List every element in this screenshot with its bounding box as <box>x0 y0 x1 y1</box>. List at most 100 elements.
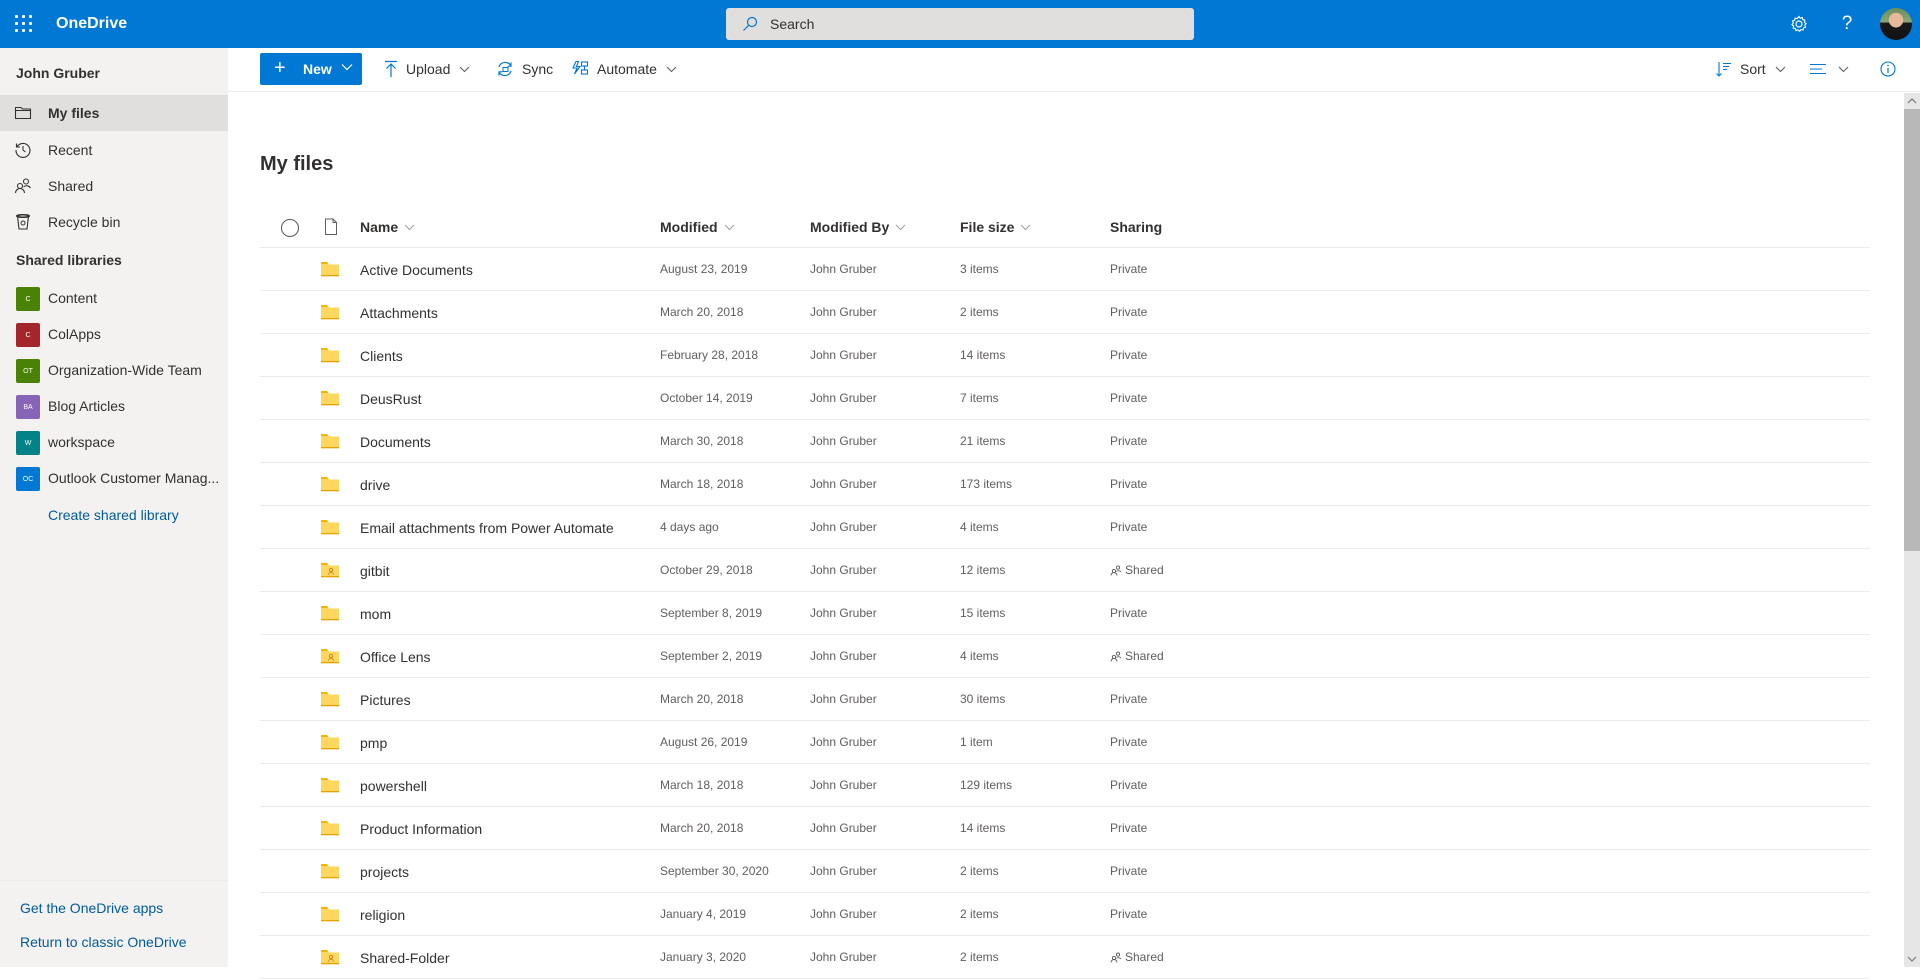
plus-icon: + <box>274 57 286 79</box>
file-row[interactable]: Attachments March 20, 2018 John Gruber 2 it… <box>260 291 1870 334</box>
file-name[interactable]: Office Lens <box>360 649 431 665</box>
column-file-size[interactable]: File size <box>960 219 1031 235</box>
file-name[interactable]: mom <box>360 606 391 622</box>
modified-date: August 23, 2019 <box>660 262 748 276</box>
column-sharing[interactable]: Sharing <box>1110 219 1162 235</box>
library-outlook-customer-manager[interactable]: OC Outlook Customer Manag... <box>0 460 228 496</box>
sharing-status: Private <box>1110 477 1147 491</box>
sort-button[interactable]: Sort <box>1716 53 1786 85</box>
library-colapps[interactable]: C ColApps <box>0 316 228 352</box>
scrollbar-thumb[interactable] <box>1904 109 1920 551</box>
library-label: Content <box>48 290 98 306</box>
app-title[interactable]: OneDrive <box>56 15 127 33</box>
row-icon <box>320 261 340 282</box>
file-name[interactable]: Pictures <box>360 692 411 708</box>
sharing-label: Private <box>1110 434 1148 448</box>
user-name: John Gruber <box>16 65 101 81</box>
modified-by: John Gruber <box>810 778 877 792</box>
file-size: 3 items <box>960 262 999 276</box>
scroll-down-icon[interactable] <box>1904 951 1920 967</box>
file-row[interactable]: Pictures March 20, 2018 John Gruber 30 item… <box>260 678 1870 721</box>
search-box[interactable] <box>726 8 1194 40</box>
folder-icon <box>321 391 339 406</box>
file-row[interactable]: gitbit October 29, 2018 John Gruber 12 item… <box>260 549 1870 592</box>
sharing-label: Private <box>1110 477 1148 491</box>
library-badge: OT <box>16 359 40 383</box>
file-name[interactable]: DeusRust <box>360 391 421 407</box>
user-avatar[interactable] <box>1880 8 1912 40</box>
modified-by: John Gruber <box>810 348 877 362</box>
library-blog-articles[interactable]: BA Blog Articles <box>0 388 228 424</box>
file-type-column[interactable] <box>318 218 338 236</box>
get-apps-link[interactable]: Get the OneDrive apps <box>20 900 163 916</box>
nav-recent[interactable]: Recent <box>0 132 228 168</box>
file-row[interactable]: DeusRust October 14, 2019 John Gruber 7 ite… <box>260 377 1870 420</box>
gear-icon[interactable] <box>1787 12 1811 36</box>
info-button[interactable] <box>1880 53 1904 85</box>
column-label: Name <box>360 219 399 235</box>
sharing-label: Private <box>1110 391 1148 405</box>
upload-label: Upload <box>406 61 451 77</box>
info-icon <box>1880 61 1896 77</box>
file-row[interactable]: Office Lens September 2, 2019 John Gruber 4… <box>260 635 1870 678</box>
file-name[interactable]: Active Documents <box>360 262 473 278</box>
file-name[interactable]: powershell <box>360 778 427 794</box>
sharing-status: Private <box>1110 864 1147 878</box>
sharing-label: Shared <box>1125 563 1164 577</box>
file-name[interactable]: Clients <box>360 348 403 364</box>
file-row[interactable]: projects September 30, 2020 John Gruber 2 i… <box>260 850 1870 893</box>
file-name[interactable]: Email attachments from Power Automate <box>360 520 614 536</box>
file-name[interactable]: projects <box>360 864 409 880</box>
file-name[interactable]: Product Information <box>360 821 482 837</box>
file-row[interactable]: Clients February 28, 2018 John Gruber 14 it… <box>260 334 1870 377</box>
file-name[interactable]: Shared-Folder <box>360 950 450 966</box>
column-name[interactable]: Name <box>360 219 415 235</box>
vertical-scrollbar[interactable] <box>1904 93 1920 967</box>
app-launcher-icon[interactable] <box>14 14 34 34</box>
file-size: 2 items <box>960 305 999 319</box>
row-icon <box>320 347 340 368</box>
file-row[interactable]: Documents March 30, 2018 John Gruber 21 ite… <box>260 420 1870 463</box>
library-content[interactable]: C Content <box>0 280 228 316</box>
modified-date: January 4, 2019 <box>660 907 747 921</box>
row-icon <box>320 304 340 325</box>
scroll-up-icon[interactable] <box>1904 93 1920 109</box>
file-name[interactable]: religion <box>360 907 405 923</box>
new-button[interactable]: + New <box>260 53 362 85</box>
chevron-down-icon <box>895 224 906 230</box>
library-organization-wide-team[interactable]: OT Organization-Wide Team <box>0 352 228 388</box>
nav-my-files[interactable]: My files <box>0 95 228 131</box>
modified-date: 4 days ago <box>660 520 719 534</box>
file-name[interactable]: Documents <box>360 434 431 450</box>
select-all-checkbox[interactable] <box>274 218 300 238</box>
nav-shared[interactable]: Shared <box>0 168 228 204</box>
file-row[interactable]: mom September 8, 2019 John Gruber 15 items P… <box>260 592 1870 635</box>
folder-icon <box>321 864 339 879</box>
sort-icon <box>1716 62 1731 77</box>
column-modified[interactable]: Modified <box>660 219 735 235</box>
sync-button[interactable]: Sync <box>496 53 553 85</box>
file-name[interactable]: pmp <box>360 735 387 751</box>
file-name[interactable]: Attachments <box>360 305 438 321</box>
file-row[interactable]: Product Information March 20, 2018 John Gr… <box>260 807 1870 850</box>
file-row[interactable]: pmp August 26, 2019 John Gruber 1 item Priva… <box>260 721 1870 764</box>
file-row[interactable]: religion January 4, 2019 John Gruber 2 item… <box>260 893 1870 936</box>
help-icon[interactable]: ? <box>1835 12 1859 36</box>
file-row[interactable]: powershell March 18, 2018 John Gruber 129 i… <box>260 764 1870 807</box>
file-name[interactable]: drive <box>360 477 390 493</box>
file-name[interactable]: gitbit <box>360 563 390 579</box>
create-shared-library-link[interactable]: Create shared library <box>48 507 179 523</box>
automate-button[interactable]: Automate <box>571 53 677 85</box>
column-modified-by[interactable]: Modified By <box>810 219 906 235</box>
search-input[interactable] <box>770 8 1170 40</box>
library-badge: C <box>16 323 40 347</box>
upload-button[interactable]: Upload <box>384 53 470 85</box>
nav-recycle-bin[interactable]: Recycle bin <box>0 204 228 240</box>
file-row[interactable]: drive March 18, 2018 John Gruber 173 items P… <box>260 463 1870 506</box>
file-row[interactable]: Email attachments from Power Automate 4 d… <box>260 506 1870 549</box>
file-row[interactable]: Shared-Folder January 3, 2020 John Gruber 2… <box>260 936 1870 979</box>
library-workspace[interactable]: W workspace <box>0 424 228 460</box>
file-row[interactable]: Active Documents August 23, 2019 John Grub… <box>260 248 1870 291</box>
view-options-button[interactable] <box>1810 53 1849 85</box>
return-classic-link[interactable]: Return to classic OneDrive <box>20 934 187 950</box>
